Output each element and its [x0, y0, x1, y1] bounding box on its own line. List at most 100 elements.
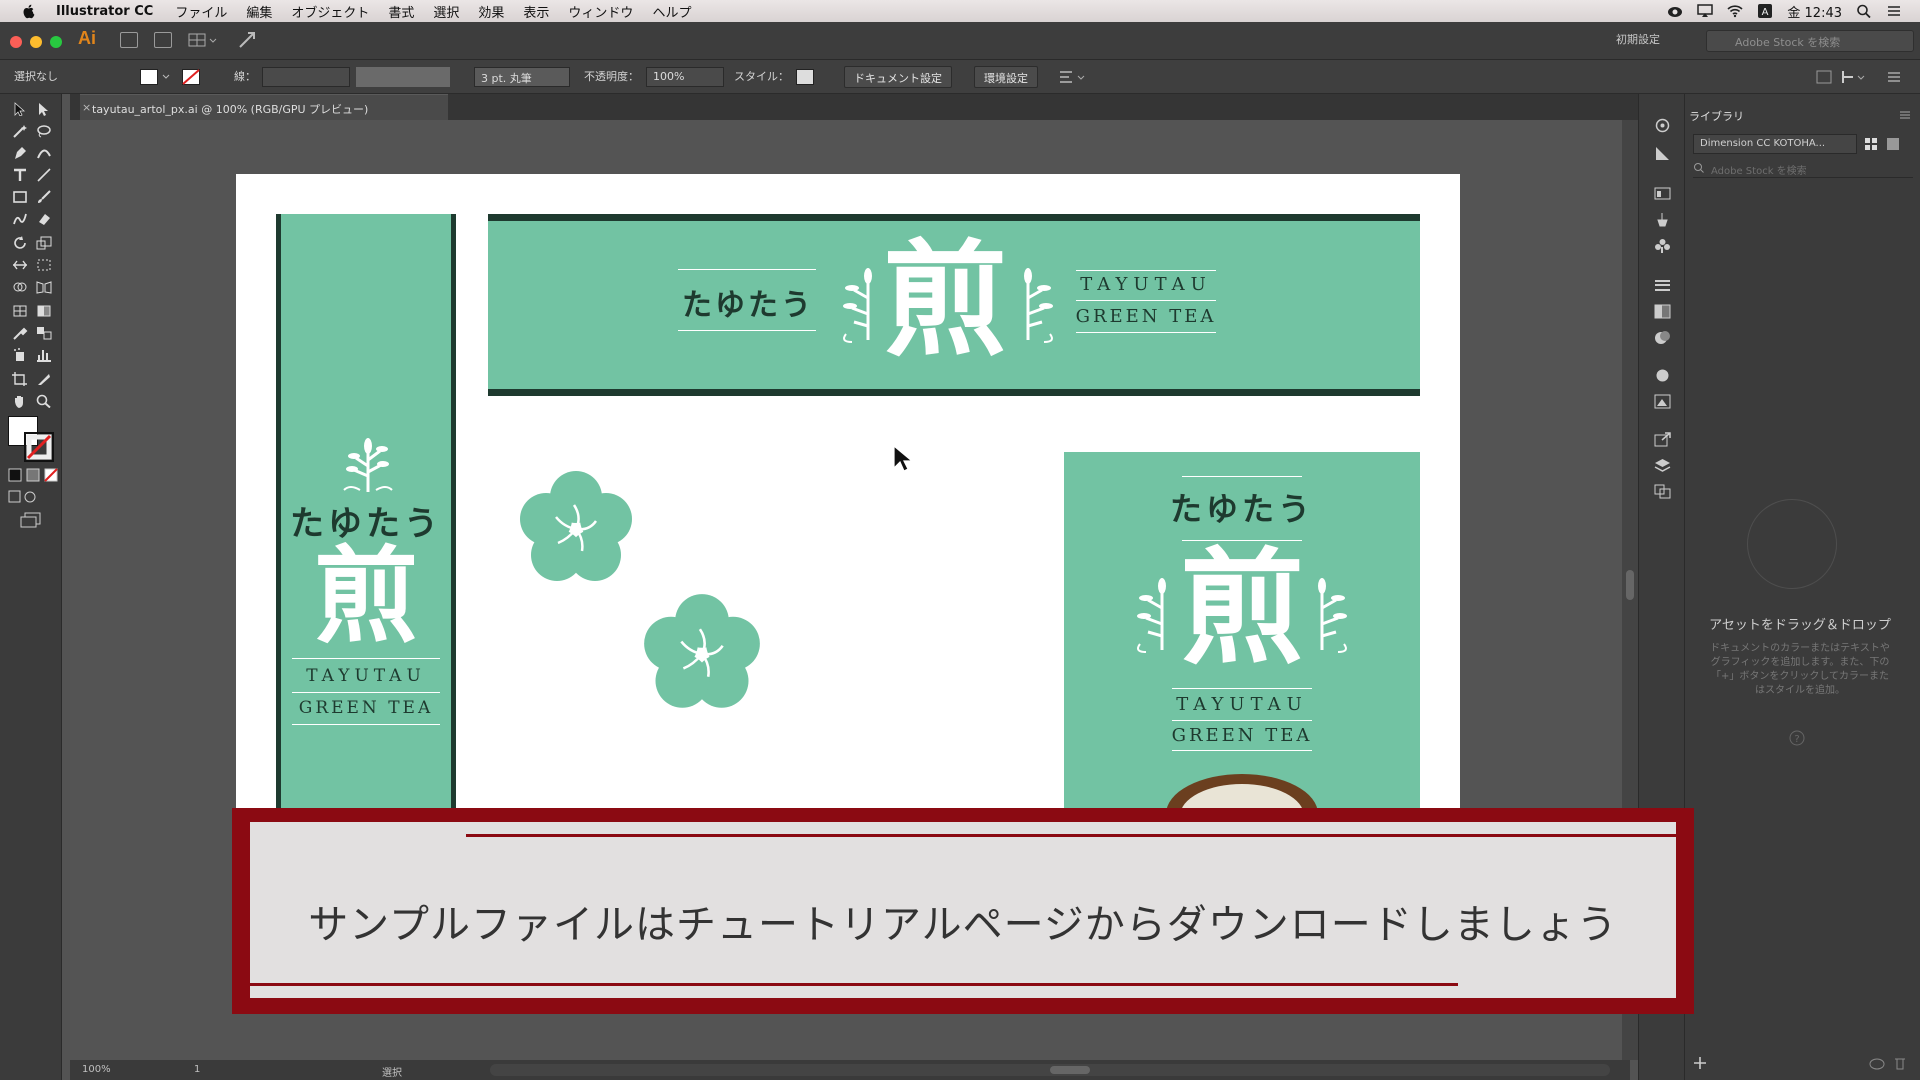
opacity-field[interactable]: 100% [646, 67, 724, 87]
paintbrush-tool-icon[interactable] [36, 190, 52, 204]
panel-menu-icon[interactable] [1886, 69, 1902, 85]
scrollbar-thumb[interactable] [1626, 570, 1634, 600]
hand-tool-icon[interactable] [12, 394, 28, 408]
plum-flower-graphic[interactable] [640, 592, 764, 716]
export-icon[interactable] [1654, 432, 1671, 447]
brushes-icon[interactable] [1654, 212, 1671, 227]
gpu-performance-icon[interactable] [238, 31, 256, 49]
column-graph-tool-icon[interactable] [36, 348, 52, 362]
library-selector[interactable]: Dimension CC KOTOHA... [1693, 134, 1857, 154]
symbols-icon[interactable] [1654, 238, 1671, 253]
horizontal-scrollbar[interactable] [490, 1064, 1610, 1076]
document-tab[interactable]: × tayutau_artol_px.ai @ 100% (RGB/GPU プレ… [80, 94, 448, 120]
chevron-down-icon[interactable] [162, 73, 170, 81]
color-mode-buttons[interactable] [8, 468, 58, 482]
direct-selection-tool-icon[interactable] [36, 102, 52, 116]
scale-tool-icon[interactable] [36, 236, 52, 250]
artboard-number[interactable]: 1 [194, 1064, 200, 1075]
free-transform-tool-icon[interactable] [36, 258, 52, 272]
artboard-tool-icon[interactable] [12, 372, 28, 386]
window-close-button[interactable] [10, 36, 22, 48]
spotlight-icon[interactable] [1856, 4, 1872, 18]
graphic-style-swatch[interactable] [796, 69, 814, 85]
horizontal-banner[interactable]: たゆたう 煎 TAYUTAU GREEN TEA [488, 214, 1420, 396]
align-icon[interactable] [1058, 69, 1088, 85]
fill-swatch[interactable] [140, 69, 158, 85]
brush-definition[interactable]: 3 pt. 丸筆 [474, 67, 570, 87]
bridge-icon[interactable] [120, 32, 138, 48]
rotate-tool-icon[interactable] [12, 236, 28, 250]
workspace-switcher[interactable]: 初期設定 [1616, 31, 1660, 47]
menu-help[interactable]: ヘルプ [652, 2, 691, 21]
current-tool-status[interactable]: 選択 [382, 1064, 402, 1079]
vertical-label-panel[interactable]: たゆたう 煎 TAYUTAU GREEN TEA [276, 214, 456, 814]
help-icon[interactable]: ? [1789, 730, 1805, 746]
blend-tool-icon[interactable] [36, 326, 52, 340]
draw-mode-icon[interactable] [8, 490, 54, 504]
stroke-color-swatch[interactable] [24, 432, 54, 462]
variable-width-profile[interactable] [356, 67, 450, 87]
panel-menu-icon[interactable] [1899, 110, 1911, 120]
add-icon[interactable] [1693, 1056, 1707, 1070]
selection-tool-icon[interactable] [12, 102, 28, 116]
magic-wand-tool-icon[interactable] [12, 124, 28, 138]
library-search-input[interactable]: Adobe Stock を検索 [1693, 160, 1913, 178]
layers-icon[interactable] [1654, 458, 1671, 473]
input-source-icon[interactable]: A [1757, 4, 1773, 18]
mesh-tool-icon[interactable] [12, 304, 28, 318]
libraries-panel-title[interactable]: ライブラリ [1689, 108, 1744, 124]
square-label-panel[interactable]: たゆたう 煎 TAYUTAU GREEN TEA [1064, 452, 1420, 814]
width-tool-icon[interactable] [12, 258, 28, 272]
menu-type[interactable]: 書式 [388, 2, 414, 21]
trash-icon[interactable] [1893, 1056, 1907, 1070]
scrollbar-thumb[interactable] [1050, 1066, 1090, 1074]
menu-app-name[interactable]: Illustrator CC [56, 4, 153, 19]
shape-builder-tool-icon[interactable] [12, 280, 28, 294]
pen-tool-icon[interactable] [12, 146, 28, 160]
perspective-grid-tool-icon[interactable] [36, 280, 52, 294]
opacity-label[interactable]: 不透明度： [584, 68, 639, 84]
type-tool-icon[interactable] [12, 168, 28, 182]
appearance-icon[interactable] [1654, 368, 1671, 383]
arrange-documents-icon[interactable] [188, 32, 218, 48]
stroke-panel-icon[interactable] [1654, 278, 1671, 293]
slice-tool-icon[interactable] [36, 372, 52, 386]
screen-mode-icon[interactable] [20, 512, 42, 528]
lasso-tool-icon[interactable] [36, 124, 52, 138]
shaper-tool-icon[interactable] [12, 212, 28, 226]
panel-toggle-icon[interactable] [1816, 69, 1832, 85]
grid-view-icon[interactable] [1863, 136, 1879, 152]
libraries-icon[interactable] [1654, 146, 1671, 161]
stroke-swatch[interactable] [182, 69, 200, 85]
menu-edit[interactable]: 編集 [246, 2, 272, 21]
color-guide-icon[interactable] [1654, 186, 1671, 201]
stock-search-input[interactable]: Adobe Stock を検索 [1706, 30, 1914, 52]
artboard[interactable]: たゆたう 煎 TAYUTAU GREEN TEA たゆたう 煎 TAYUTAU … [236, 174, 1460, 814]
plum-flower-graphic[interactable] [516, 469, 636, 589]
close-tab-icon[interactable]: × [82, 101, 91, 114]
transparency-icon[interactable] [1654, 330, 1671, 345]
zoom-level[interactable]: 100% [82, 1064, 111, 1075]
gradient-tool-icon[interactable] [36, 304, 52, 318]
apple-icon[interactable] [20, 3, 38, 19]
menu-effect[interactable]: 効果 [478, 2, 504, 21]
wifi-icon[interactable] [1727, 4, 1743, 18]
notification-center-icon[interactable] [1886, 4, 1902, 18]
rectangle-tool-icon[interactable] [12, 190, 28, 204]
symbol-sprayer-tool-icon[interactable] [12, 348, 28, 362]
arrange-panel-icon[interactable] [1840, 69, 1870, 85]
cloud-sync-icon[interactable] [1869, 1056, 1885, 1070]
graphic-styles-icon[interactable] [1654, 394, 1671, 409]
eyedropper-tool-icon[interactable] [12, 326, 28, 340]
preferences-button[interactable]: 環境設定 [974, 66, 1038, 88]
menu-window[interactable]: ウィンドウ [568, 2, 633, 21]
list-view-icon[interactable] [1885, 136, 1901, 152]
creative-cloud-icon[interactable] [1667, 4, 1683, 18]
menu-file[interactable]: ファイル [175, 2, 227, 21]
airplay-icon[interactable] [1697, 4, 1714, 18]
curvature-tool-icon[interactable] [36, 146, 52, 160]
menubar-clock[interactable]: 金 12:43 [1787, 2, 1842, 21]
stock-icon[interactable] [154, 32, 172, 48]
gradient-panel-icon[interactable] [1654, 304, 1671, 319]
artboards-icon[interactable] [1654, 484, 1671, 499]
